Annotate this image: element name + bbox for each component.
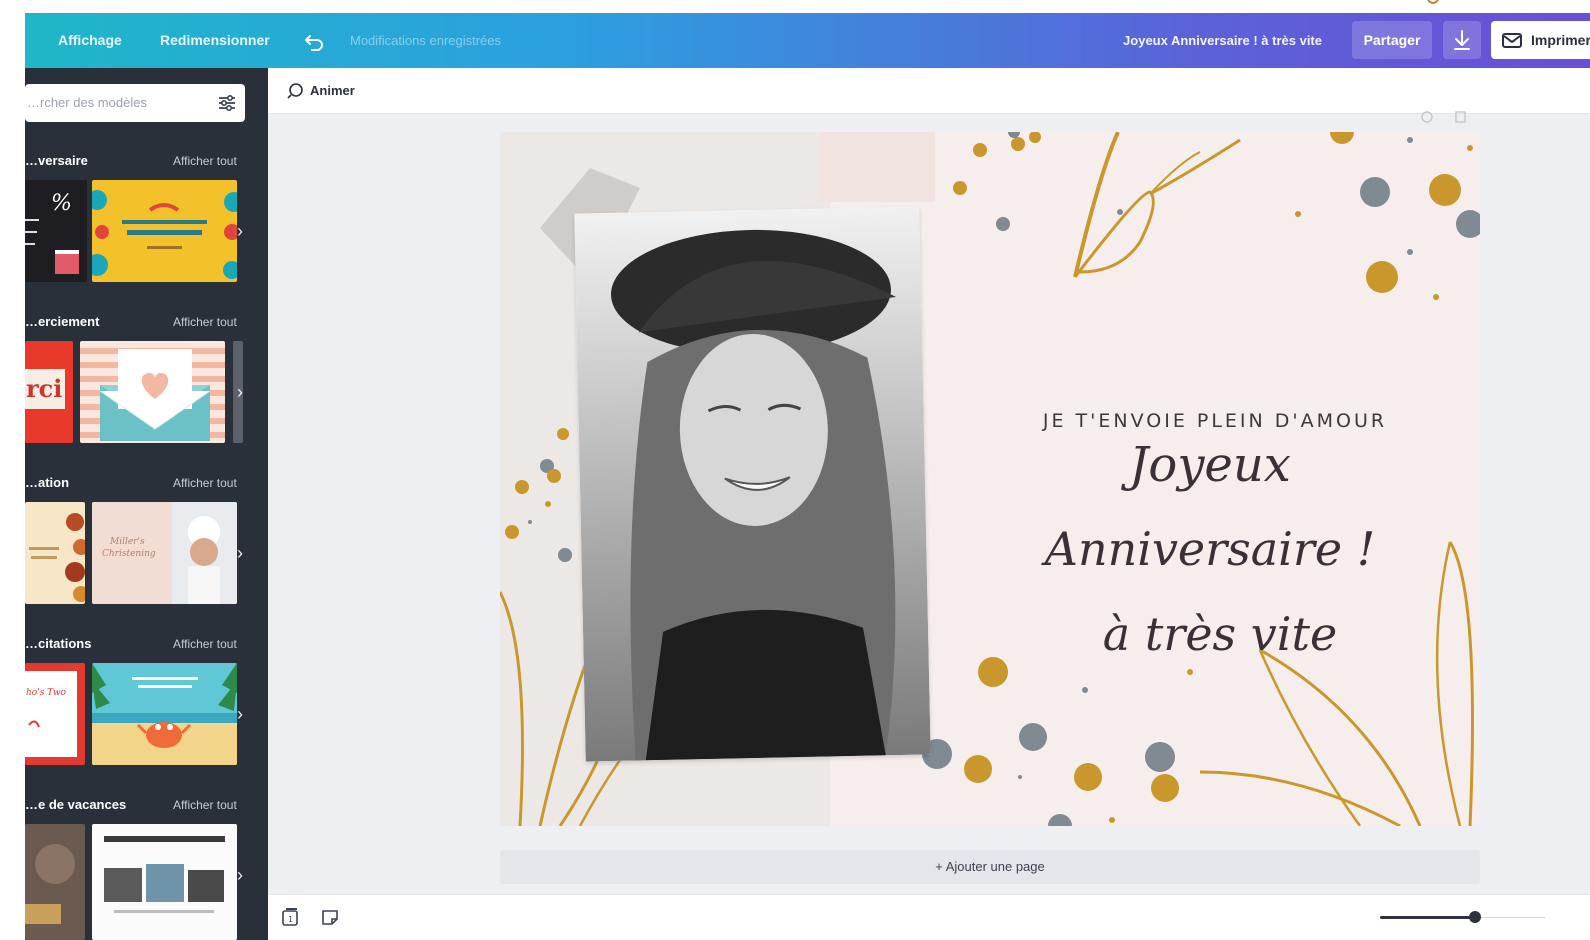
bottom-bar: 1 (268, 894, 1590, 940)
svg-text:ho's Two: ho's Two (26, 688, 67, 698)
template-thumbnail[interactable]: rci (25, 341, 73, 443)
next-arrow-icon[interactable]: › (233, 864, 247, 886)
see-all-link[interactable]: Afficher tout (173, 637, 237, 651)
design-card[interactable]: JE T'ENVOIE PLEIN D'AMOUR Joyeux Anniver… (500, 132, 1480, 826)
card-headline[interactable]: JE T'ENVOIE PLEIN D'AMOUR (990, 410, 1440, 432)
section-title: …e de vacances (25, 797, 127, 812)
next-arrow-icon[interactable]: › (233, 381, 247, 403)
next-arrow-icon[interactable]: › (233, 220, 247, 242)
template-thumbnail[interactable]: % (25, 180, 87, 282)
zoom-slider-track[interactable] (1380, 916, 1475, 919)
template-sidebar: …rcher des modèles …versaire Afficher to… (25, 68, 268, 940)
next-arrow-icon[interactable]: › (233, 703, 247, 725)
undo-icon[interactable] (302, 28, 328, 54)
next-arrow-icon[interactable]: › (233, 542, 247, 564)
filter-icon[interactable] (217, 93, 237, 113)
top-bar: Affichage Redimensionner Modifications e… (25, 13, 1590, 68)
editor-app: Affichage Redimensionner Modifications e… (0, 0, 1590, 940)
view-menu-button[interactable]: Affichage (58, 13, 122, 68)
card-line-anniversaire[interactable]: Anniversaire ! (1000, 522, 1420, 576)
copy-page-icon[interactable] (1421, 111, 1433, 123)
card-line-a-tres-vite[interactable]: à très vite (1040, 607, 1400, 661)
canvas-workspace: Animer JE T'ENVOIE PLEIN D'AMOUR Joyeux … (268, 68, 1590, 940)
svg-text:Christening: Christening (102, 549, 156, 559)
save-status: Modifications enregistrées (350, 33, 502, 48)
document-title[interactable]: Joyeux Anniversaire ! à très vite (1123, 13, 1322, 68)
section-title: …versaire (25, 153, 88, 168)
template-thumbnail[interactable] (80, 341, 225, 443)
delete-page-icon[interactable] (1455, 111, 1466, 123)
print-button[interactable]: Imprimer (1491, 21, 1590, 59)
section-title: …citations (25, 636, 92, 651)
animate-label: Animer (310, 83, 355, 98)
zoom-slider-handle[interactable] (1469, 911, 1481, 923)
template-thumbnail[interactable] (92, 663, 237, 765)
template-thumbnail[interactable] (92, 180, 237, 282)
template-search[interactable]: …rcher des modèles (25, 84, 245, 122)
section-title: …erciement (25, 314, 100, 329)
svg-text:1: 1 (288, 915, 293, 924)
envelope-icon (1502, 33, 1522, 48)
animate-button[interactable]: Animer (286, 78, 355, 104)
portrait-photo[interactable] (574, 206, 931, 762)
page-actions (1421, 111, 1466, 123)
pages-icon[interactable]: 1 (280, 907, 300, 927)
svg-text:Miller's: Miller's (109, 537, 145, 547)
zoom-slider-rest[interactable] (1475, 917, 1545, 918)
card-line-joyeux[interactable]: Joyeux (1060, 437, 1360, 493)
download-icon (1454, 30, 1470, 50)
section-title: …ation (25, 475, 70, 490)
resize-button[interactable]: Redimensionner (160, 13, 270, 68)
corner-mark-icon (1427, 0, 1439, 4)
download-button[interactable] (1443, 21, 1481, 59)
svg-text:rci: rci (26, 374, 62, 403)
svg-text:%: % (51, 191, 72, 216)
see-all-link[interactable]: Afficher tout (173, 476, 237, 490)
template-thumbnail[interactable]: ho's Two (25, 663, 85, 765)
notes-icon[interactable] (320, 907, 340, 927)
see-all-link[interactable]: Afficher tout (173, 154, 237, 168)
print-label: Imprimer (1531, 32, 1590, 48)
see-all-link[interactable]: Afficher tout (173, 315, 237, 329)
see-all-link[interactable]: Afficher tout (173, 798, 237, 812)
share-button[interactable]: Partager (1352, 21, 1432, 59)
animate-icon (287, 83, 303, 99)
template-thumbnail[interactable] (25, 824, 85, 940)
animate-toolbar: Animer (268, 68, 1590, 114)
template-thumbnail[interactable]: Miller's Christening (92, 502, 237, 604)
template-thumbnail[interactable] (25, 502, 85, 604)
template-thumbnail[interactable] (92, 824, 237, 940)
search-input[interactable]: …rcher des modèles (27, 84, 147, 122)
add-page-button[interactable]: + Ajouter une page (500, 850, 1480, 884)
